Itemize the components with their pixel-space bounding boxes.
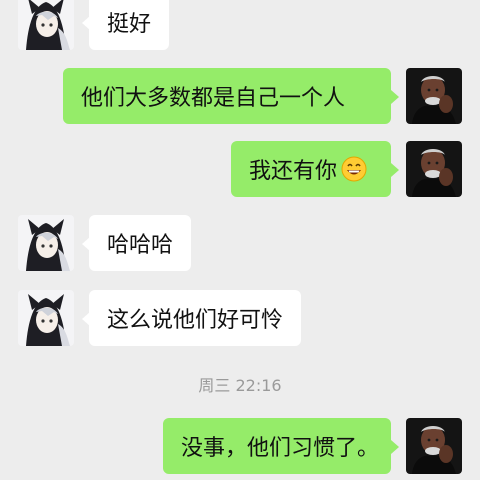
man-portrait-avatar (406, 141, 462, 197)
message-text: 挺好 (107, 12, 152, 37)
man-portrait-avatar (406, 418, 462, 474)
bubble-tail (391, 90, 399, 104)
my-avatar[interactable] (406, 141, 462, 197)
anime-hooded-girl-avatar (18, 290, 74, 346)
message-bubble-received[interactable]: 挺好 (89, 0, 170, 50)
anime-hooded-girl-avatar (18, 215, 74, 271)
message-bubble-sent[interactable]: 他们大多数都是自己一个人 (63, 68, 391, 124)
contact-avatar[interactable] (18, 215, 74, 271)
my-avatar[interactable] (406, 68, 462, 124)
message-text: 我还有你 (249, 159, 338, 184)
message-text: 这么说他们好可怜 (107, 308, 284, 333)
message-bubble-sent[interactable]: 我还有你 (231, 141, 391, 197)
grinning-face-emoji-icon (341, 156, 367, 182)
contact-avatar[interactable] (18, 290, 74, 346)
bubble-tail (391, 163, 399, 177)
chat-timestamp: 周三 22:16 (198, 376, 282, 395)
my-avatar[interactable] (406, 418, 462, 474)
message-bubble-sent[interactable]: 没事，他们习惯了。 (163, 418, 391, 474)
anime-hooded-girl-avatar (18, 0, 74, 50)
message-bubble-received[interactable]: 哈哈哈 (89, 215, 192, 271)
contact-avatar[interactable] (18, 0, 74, 50)
message-text: 哈哈哈 (107, 233, 174, 258)
message-bubble-received[interactable]: 这么说他们好可怜 (89, 290, 302, 346)
message-text: 他们大多数都是自己一个人 (81, 86, 346, 111)
bubble-tail (391, 440, 399, 454)
message-text: 没事，他们习惯了。 (181, 436, 380, 461)
man-portrait-avatar (406, 68, 462, 124)
